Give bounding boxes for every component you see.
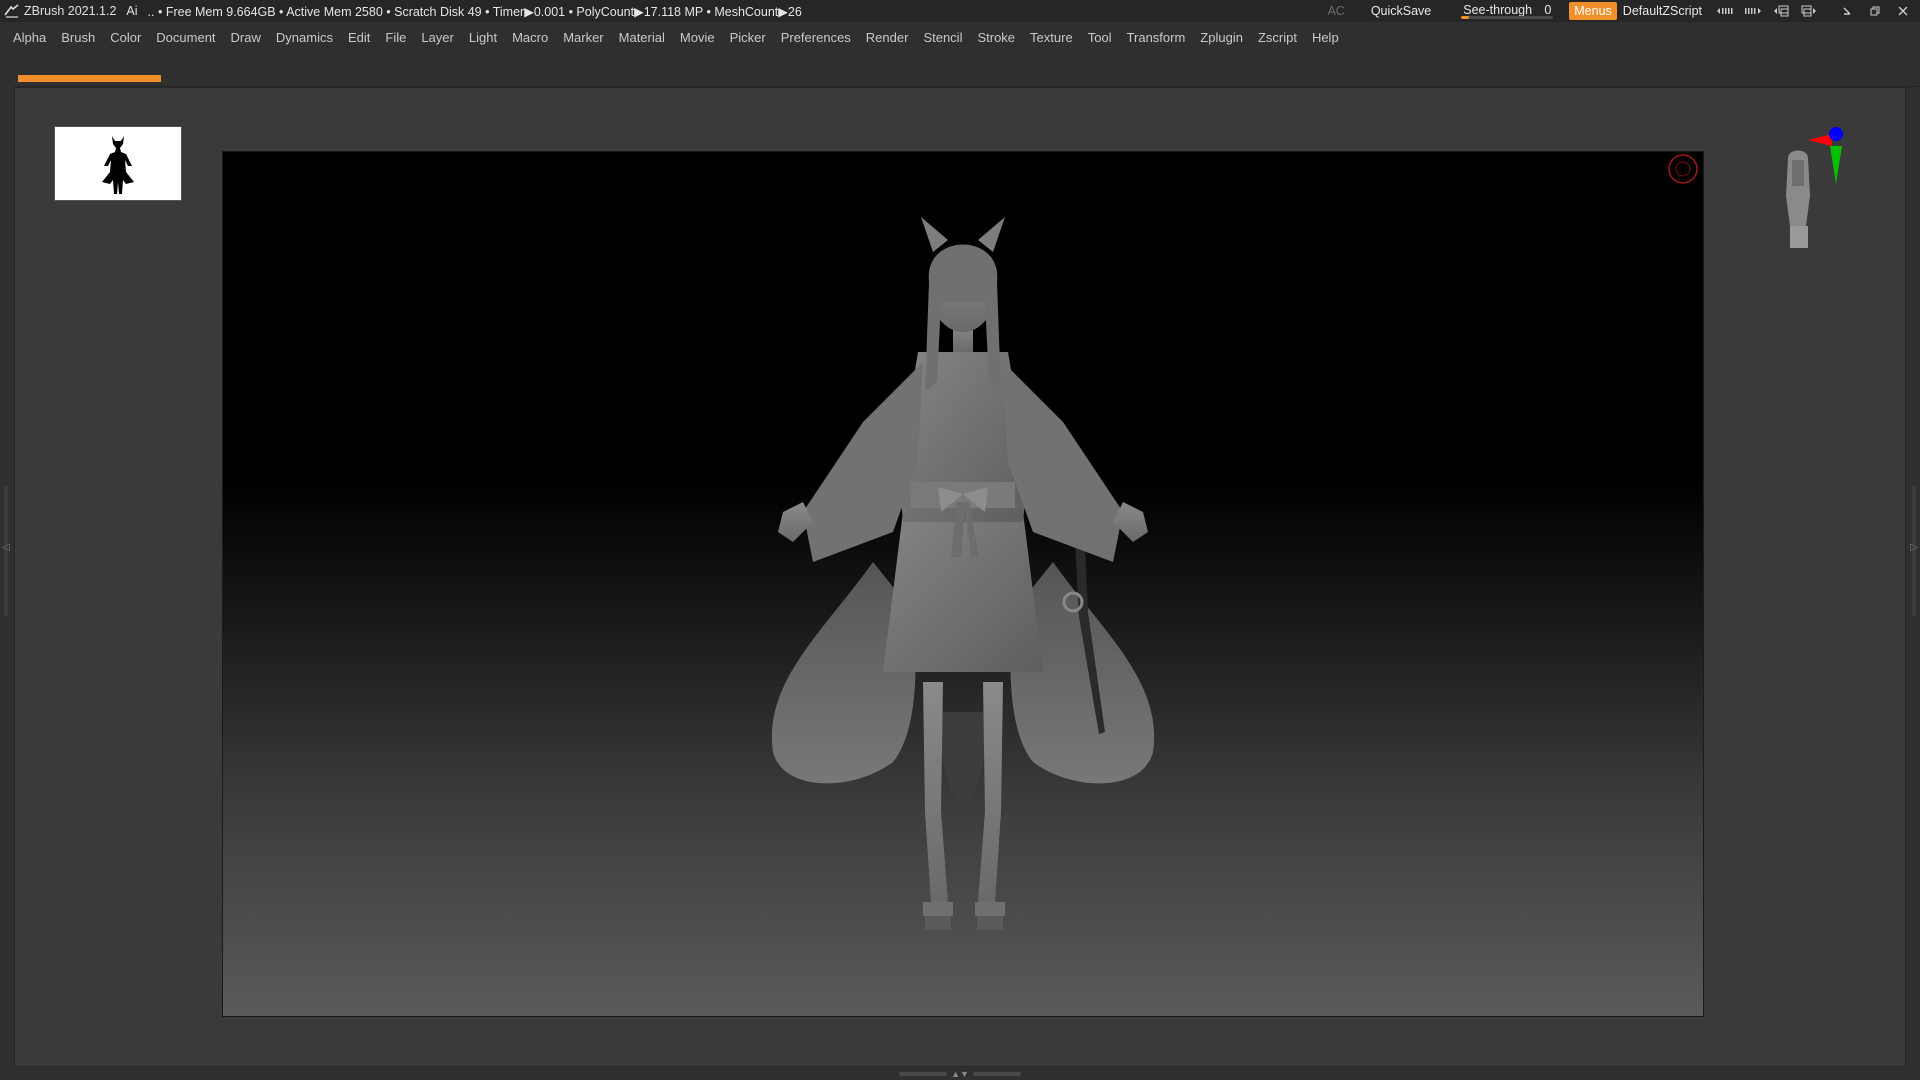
menu-color[interactable]: Color [110,30,141,45]
document-tab-indicator[interactable] [18,75,161,82]
default-zscript-button[interactable]: DefaultZScript [1623,4,1702,18]
zbrush-logo-icon [4,4,19,18]
menu-texture[interactable]: Texture [1030,30,1073,45]
record-icon[interactable] [1667,153,1699,185]
see-through-value: 0 [1544,3,1552,17]
layout-next-icon[interactable] [1742,0,1764,22]
title-bar: ZBrush 2021.1.2 Ai .. • Free Mem 9.664GB… [0,0,1920,22]
chevron-updown-icon: ▲▼ [951,1069,969,1079]
silhouette-thumbnail[interactable] [54,126,182,201]
bottom-tray-bar-left [899,1072,948,1076]
layout-prev-icon[interactable] [1714,0,1736,22]
chevron-left-icon: ◁ [2,542,10,553]
menu-light[interactable]: Light [469,30,497,45]
right-tray-handle[interactable]: ▷ [1910,486,1918,616]
ai-label[interactable]: Ai [126,4,137,18]
menu-render[interactable]: Render [866,30,909,45]
menu-tool[interactable]: Tool [1088,30,1112,45]
fox-girl-sculpt-icon[interactable] [743,212,1183,932]
see-through-slider[interactable]: See-through 0 [1459,2,1555,20]
menu-transform[interactable]: Transform [1127,30,1186,45]
menu-stencil[interactable]: Stencil [923,30,962,45]
quicksave-button[interactable]: QuickSave [1371,4,1431,18]
menu-draw[interactable]: Draw [231,30,261,45]
x-axis-icon [1808,134,1832,146]
menu-dynamics[interactable]: Dynamics [276,30,333,45]
minimize-icon[interactable] [1836,0,1858,22]
bottom-tray-bar-right [972,1072,1021,1076]
silhouette-thumbnail-icon [102,135,134,194]
menu-material[interactable]: Material [619,30,665,45]
menu-stroke[interactable]: Stroke [977,30,1015,45]
menu-zplugin[interactable]: Zplugin [1200,30,1243,45]
menu-edit[interactable]: Edit [348,30,370,45]
z-axis-icon [1829,127,1843,141]
y-axis-icon [1830,146,1842,184]
status-readout: .. • Free Mem 9.664GB • Active Mem 2580 … [147,4,802,19]
menu-alpha[interactable]: Alpha [13,30,46,45]
see-through-track [1461,16,1554,19]
menu-movie[interactable]: Movie [680,30,715,45]
menu-file[interactable]: File [385,30,406,45]
bottom-tray-handle[interactable]: ▲▼ [896,1069,1024,1079]
menus-button[interactable]: Menus [1569,2,1617,20]
menu-picker[interactable]: Picker [730,30,766,45]
menu-marker[interactable]: Marker [563,30,603,45]
left-tray-handle[interactable]: ◁ [2,486,10,616]
menu-preferences[interactable]: Preferences [781,30,851,45]
see-through-label: See-through [1463,3,1533,17]
menu-help[interactable]: Help [1312,30,1339,45]
menu-layer[interactable]: Layer [421,30,454,45]
ac-button[interactable]: AC [1327,4,1344,18]
navigation-head-gizmo[interactable] [1768,126,1852,250]
menu-bar: Alpha Brush Color Document Draw Dynamics Edit F… [0,22,1920,52]
window-layout-icon[interactable] [1770,0,1792,22]
maximize-icon[interactable] [1864,0,1886,22]
close-icon[interactable] [1892,0,1914,22]
see-through-fill [1461,16,1469,19]
title-bar-right: AC QuickSave See-through 0 Menus Default… [1327,0,1920,22]
menu-brush[interactable]: Brush [61,30,95,45]
document-canvas[interactable] [222,151,1704,1017]
menu-macro[interactable]: Macro [512,30,548,45]
restore-layout-icon[interactable] [1798,0,1820,22]
app-title: ZBrush 2021.1.2 [24,4,117,18]
chevron-right-icon: ▷ [1910,542,1918,553]
menu-document[interactable]: Document [156,30,215,45]
menu-zscript[interactable]: Zscript [1258,30,1297,45]
